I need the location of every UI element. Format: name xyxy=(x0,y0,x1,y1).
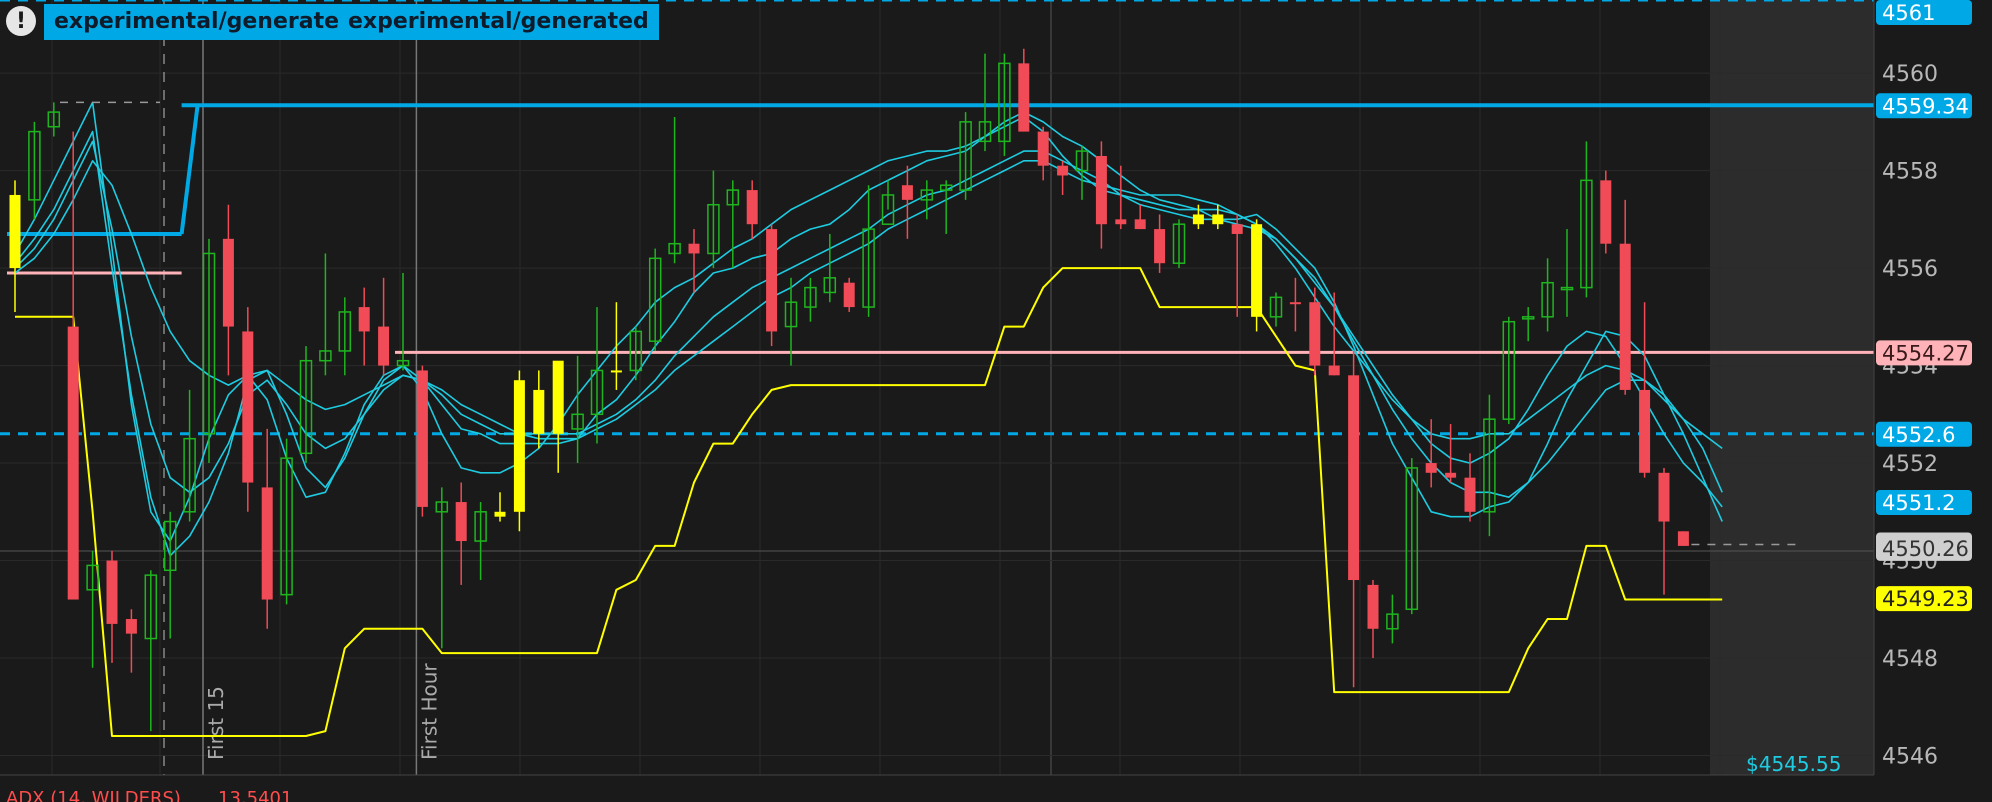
candle-body xyxy=(9,194,21,269)
price-label: 4552.6 xyxy=(1882,423,1955,447)
candle-body xyxy=(1464,477,1476,512)
candle-body xyxy=(1018,63,1030,132)
candle[interactable] xyxy=(1251,219,1263,332)
candle[interactable] xyxy=(242,307,254,512)
candle-body xyxy=(1231,224,1243,234)
candle-body xyxy=(494,511,506,517)
candle[interactable] xyxy=(843,277,855,312)
candle-body xyxy=(1037,131,1049,166)
adx-study-label[interactable]: ADX (14, WILDERS) xyxy=(6,788,181,802)
price-label: 4559.34 xyxy=(1882,94,1969,118)
session-marker-label: First 15 xyxy=(204,686,228,760)
study-pane-divider xyxy=(0,778,1992,802)
candle-body xyxy=(1639,389,1651,473)
future-shaded-area xyxy=(1710,0,1874,775)
candle-body xyxy=(1677,531,1689,546)
candle-body xyxy=(610,370,622,373)
candle-body xyxy=(1115,219,1127,225)
candle-body xyxy=(1212,214,1224,225)
candle-body xyxy=(1658,472,1670,522)
candle-body xyxy=(67,326,79,600)
candle-body xyxy=(766,229,778,332)
candle[interactable] xyxy=(416,365,428,517)
price-tick-label: 4546 xyxy=(1882,745,1938,770)
price-tick-label: 4556 xyxy=(1882,257,1938,282)
price-label: 4554.27 xyxy=(1882,341,1969,365)
candle-body xyxy=(1445,472,1457,478)
candle-body xyxy=(242,331,254,483)
last-price-readout: $4545.55 xyxy=(1746,752,1842,776)
candle-body xyxy=(106,560,118,624)
candle-body xyxy=(358,307,370,332)
candle-body xyxy=(843,282,855,308)
candle-body xyxy=(1309,302,1321,366)
candle[interactable] xyxy=(766,224,778,347)
price-label: 4549.23 xyxy=(1882,587,1969,611)
candle-body xyxy=(1600,180,1612,244)
price-tick-label: 4548 xyxy=(1882,647,1938,672)
price-axis-panel xyxy=(1874,0,1992,802)
candle-body xyxy=(1251,224,1263,317)
candle-body xyxy=(552,360,564,434)
candle-body xyxy=(378,326,390,366)
candle[interactable] xyxy=(1677,531,1689,546)
candle[interactable] xyxy=(513,370,525,532)
candle-body xyxy=(688,243,700,254)
candle-body xyxy=(1619,243,1631,390)
candle-body xyxy=(222,238,234,327)
candle-body xyxy=(1328,365,1340,376)
price-tick-label: 4552 xyxy=(1882,452,1938,477)
candle-body xyxy=(1348,375,1360,581)
candle-body xyxy=(416,370,428,507)
price-tick-label: 4560 xyxy=(1882,62,1938,87)
price-tick-label: 4558 xyxy=(1882,160,1938,185)
price-label: 4550.26 xyxy=(1882,537,1969,561)
exclamation-icon[interactable]: ! xyxy=(6,6,36,36)
chart-background xyxy=(0,0,1992,802)
candle-body xyxy=(1192,214,1204,225)
candle-body xyxy=(1134,219,1146,230)
study-tag-1[interactable]: experimental/generated xyxy=(44,4,365,40)
candle-body xyxy=(533,389,545,434)
candle-body xyxy=(455,502,467,542)
candle-body xyxy=(1057,165,1069,176)
candle-body xyxy=(1289,302,1301,305)
study-tag-2[interactable]: experimental/generated xyxy=(338,4,659,40)
candle[interactable] xyxy=(1600,170,1612,254)
price-chart[interactable]: First 15 First Hour 4546454845504552455445… xyxy=(0,0,1992,802)
candle-body xyxy=(1367,584,1379,629)
adx-study-value: 13.5401 xyxy=(218,788,293,802)
candle-body xyxy=(261,487,273,600)
price-label: 4551.2 xyxy=(1882,491,1955,515)
candle-body xyxy=(125,619,137,634)
candle-body xyxy=(513,380,525,512)
session-marker-label: First Hour xyxy=(417,663,441,760)
candle-body xyxy=(1095,155,1107,225)
candle-body xyxy=(746,190,758,225)
candle-body xyxy=(901,185,913,200)
price-label: 4561 xyxy=(1882,1,1935,25)
candle-body xyxy=(1425,463,1437,473)
candle-body xyxy=(1154,229,1166,264)
